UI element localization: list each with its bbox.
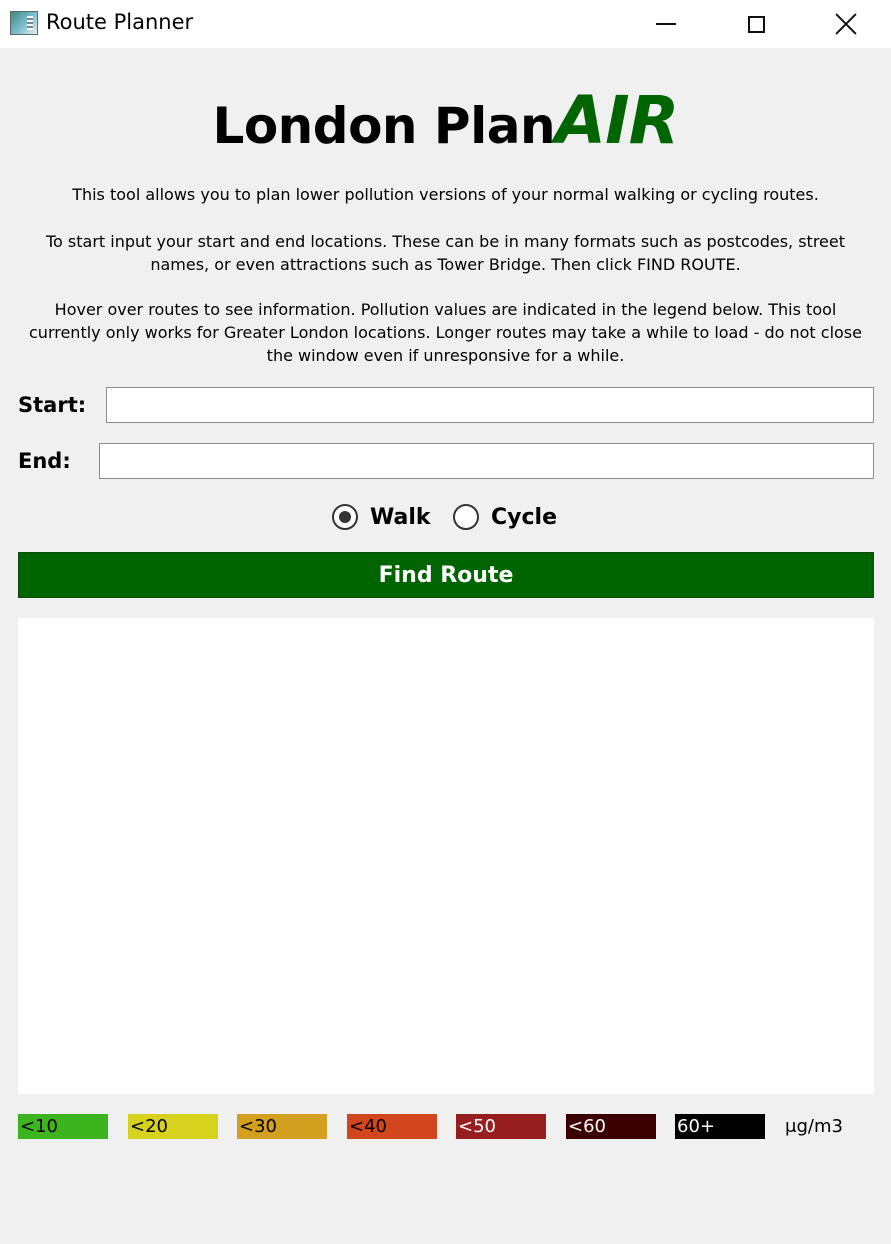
legend-unit: μg/m3: [785, 1116, 843, 1137]
end-input[interactable]: [99, 443, 874, 479]
app-logo: London PlanAIR: [0, 82, 891, 162]
minimize-button[interactable]: [620, 0, 712, 48]
logo-main-text: London Plan: [212, 97, 556, 155]
window-title: Route Planner: [46, 10, 194, 34]
close-button[interactable]: [800, 0, 891, 48]
description-intro: This tool allows you to plan lower pollu…: [72, 185, 819, 204]
legend-swatch: <50: [456, 1114, 546, 1139]
cycle-radio-button[interactable]: [453, 504, 479, 530]
close-icon: [835, 13, 857, 35]
map-view[interactable]: [18, 618, 874, 1094]
logo-accent-text: AIR: [555, 82, 679, 159]
minimize-icon: [656, 23, 676, 25]
legend-swatch: <60: [566, 1114, 656, 1139]
maximize-icon: [747, 15, 765, 33]
legend-swatch: <20: [128, 1114, 218, 1139]
cycle-radio-option[interactable]: Cycle: [453, 502, 557, 532]
legend-swatch: <40: [347, 1114, 437, 1139]
cycle-radio-label: Cycle: [491, 504, 557, 530]
end-label: End:: [18, 449, 71, 473]
find-route-button[interactable]: Find Route: [18, 552, 874, 598]
maximize-button[interactable]: [710, 0, 802, 48]
route-planner-app-icon: [10, 11, 38, 35]
title-bar: Route Planner: [0, 0, 891, 48]
legend-swatch: 60+: [675, 1114, 765, 1139]
walk-radio-option[interactable]: Walk: [332, 502, 431, 532]
walk-radio-button[interactable]: [332, 504, 358, 530]
legend-swatch: <10: [18, 1114, 108, 1139]
walk-radio-label: Walk: [370, 504, 431, 530]
description-instructions: To start input your start and end locati…: [45, 232, 845, 274]
legend-swatch: <30: [237, 1114, 327, 1139]
start-label: Start:: [18, 393, 87, 417]
description-notes: Hover over routes to see information. Po…: [29, 300, 862, 365]
start-input[interactable]: [106, 387, 874, 423]
